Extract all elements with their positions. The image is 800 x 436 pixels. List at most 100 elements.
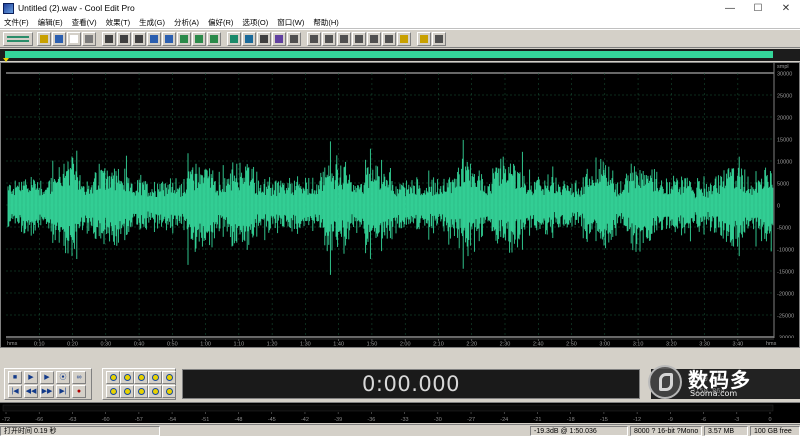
zoom-in-button[interactable] <box>134 371 148 384</box>
scripts-button[interactable] <box>397 32 411 46</box>
copy-button[interactable] <box>147 32 161 46</box>
waveform-display[interactable]: 30000 25000 20000 15000 10000 5000 0 -5000 -1000… <box>0 62 800 348</box>
zoom-in-left-button[interactable] <box>106 385 120 398</box>
normalize-button[interactable] <box>352 32 366 46</box>
cue-button[interactable] <box>287 32 301 46</box>
zoom-out-full-icon <box>123 374 131 381</box>
amplitude-tick-label: 30000 <box>777 72 792 78</box>
loop-play-button[interactable]: ∞ <box>72 371 86 384</box>
multitrack-button[interactable] <box>257 32 271 46</box>
zoom-out-right-button[interactable] <box>148 385 162 398</box>
time-tick-label: 2:20 <box>466 342 477 348</box>
loop-button[interactable] <box>272 32 286 46</box>
level-tick-label: -60 <box>102 417 110 423</box>
fast-forward-button[interactable]: ▶▶ <box>40 385 54 398</box>
batch-button[interactable] <box>82 32 96 46</box>
zoom-vertical-out-button[interactable] <box>162 385 176 398</box>
open-button[interactable] <box>37 32 51 46</box>
time-tick-label: 2:40 <box>533 342 544 348</box>
mono-icon <box>325 35 333 43</box>
pause-button[interactable]: ⦿ <box>56 371 70 384</box>
level-tick-label: -39 <box>334 417 342 423</box>
level-tick-label: -66 <box>35 417 43 423</box>
level-tick-label: -27 <box>467 417 475 423</box>
overview-range[interactable] <box>5 51 773 58</box>
zoom-in-right-icon <box>123 388 131 395</box>
redo-button[interactable] <box>117 32 131 46</box>
reverse-button[interactable] <box>337 32 351 46</box>
time-tick-label: 3:00 <box>599 342 610 348</box>
overview-bar[interactable] <box>0 49 800 62</box>
zoom-in-right-button[interactable] <box>120 385 134 398</box>
menu-help[interactable]: 帮助(H) <box>313 17 338 28</box>
menu-file[interactable]: 文件(F) <box>4 17 29 28</box>
level-tick-label: -51 <box>201 417 209 423</box>
settings-icon <box>420 35 428 43</box>
status-level: -19.3dB @ 1:50.036 <box>530 426 628 436</box>
rewind-button[interactable]: ◀◀ <box>24 385 38 398</box>
save-button[interactable] <box>52 32 66 46</box>
menu-edit[interactable]: 编辑(E) <box>38 17 63 28</box>
marker-button[interactable] <box>307 32 321 46</box>
go-to-start-button[interactable]: |◀ <box>8 385 22 398</box>
toggle-view-button[interactable] <box>3 32 33 46</box>
minimize-button[interactable]: — <box>716 0 744 16</box>
level-tick-label: -72 <box>2 417 10 423</box>
status-bar: 打开时间 0.19 秒 -19.3dB @ 1:50.036 8000 ? 16… <box>0 424 800 436</box>
silence-icon <box>385 35 393 43</box>
time-tick-label: 1:20 <box>267 342 278 348</box>
time-unit-right: hms <box>766 341 777 347</box>
settings-button[interactable] <box>417 32 431 46</box>
amplitude-tick-label: 20000 <box>777 116 792 122</box>
help-button[interactable] <box>432 32 446 46</box>
snap-button[interactable] <box>207 32 221 46</box>
menu-analyze[interactable]: 分析(A) <box>174 17 199 28</box>
waveform-view-button[interactable] <box>242 32 256 46</box>
play-to-end-button[interactable]: ▶ <box>40 371 54 384</box>
cut-button[interactable] <box>132 32 146 46</box>
time-unit-left: hms <box>7 341 18 347</box>
mix-paste-button[interactable] <box>177 32 191 46</box>
record-button[interactable]: ● <box>72 385 86 398</box>
app-icon <box>3 2 14 14</box>
snap-icon <box>210 35 218 43</box>
time-display: 0:00.000 <box>182 369 640 399</box>
menu-options[interactable]: 选项(O) <box>242 17 268 28</box>
time-tick-label: 3:30 <box>699 342 710 348</box>
play-button[interactable]: ▶ <box>24 371 38 384</box>
loop-icon <box>275 35 283 43</box>
app-window: Untitled (2).wav - Cool Edit Pro — ☐ ✕ 文… <box>0 0 800 436</box>
mono-button[interactable] <box>322 32 336 46</box>
fade-button[interactable] <box>367 32 381 46</box>
menu-view[interactable]: 查看(V) <box>72 17 97 28</box>
zoom-vertical-in-button[interactable] <box>162 371 176 384</box>
amplitude-tick-label: -20000 <box>777 292 794 298</box>
menu-effects[interactable]: 效果(T) <box>106 17 131 28</box>
fade-icon <box>370 35 378 43</box>
menu-window[interactable]: 窗口(W) <box>277 17 304 28</box>
time-tick-label: 2:00 <box>400 342 411 348</box>
zoom-in-full-button[interactable] <box>106 371 120 384</box>
new-button[interactable] <box>67 32 81 46</box>
undo-button[interactable] <box>102 32 116 46</box>
spectral-button[interactable] <box>227 32 241 46</box>
silence-button[interactable] <box>382 32 396 46</box>
scripts-icon <box>400 35 408 43</box>
stop-button[interactable]: ■ <box>8 371 22 384</box>
time-tick-label: 3:20 <box>666 342 677 348</box>
amplitude-tick-label: 10000 <box>777 160 792 166</box>
paste-button[interactable] <box>162 32 176 46</box>
level-tick-label: -30 <box>434 417 442 423</box>
level-tick-label: -42 <box>301 417 309 423</box>
go-to-end-button[interactable]: ▶| <box>56 385 70 398</box>
menu-favorites[interactable]: 偏好(R) <box>208 17 233 28</box>
trim-button[interactable] <box>192 32 206 46</box>
menu-generate[interactable]: 生成(G) <box>139 17 165 28</box>
new-icon <box>70 35 78 43</box>
zoom-out-left-icon <box>137 388 145 395</box>
maximize-button[interactable]: ☐ <box>744 0 772 16</box>
zoom-out-left-button[interactable] <box>134 385 148 398</box>
zoom-out-full-button[interactable] <box>120 371 134 384</box>
zoom-out-button[interactable] <box>148 371 162 384</box>
close-button[interactable]: ✕ <box>772 0 800 16</box>
